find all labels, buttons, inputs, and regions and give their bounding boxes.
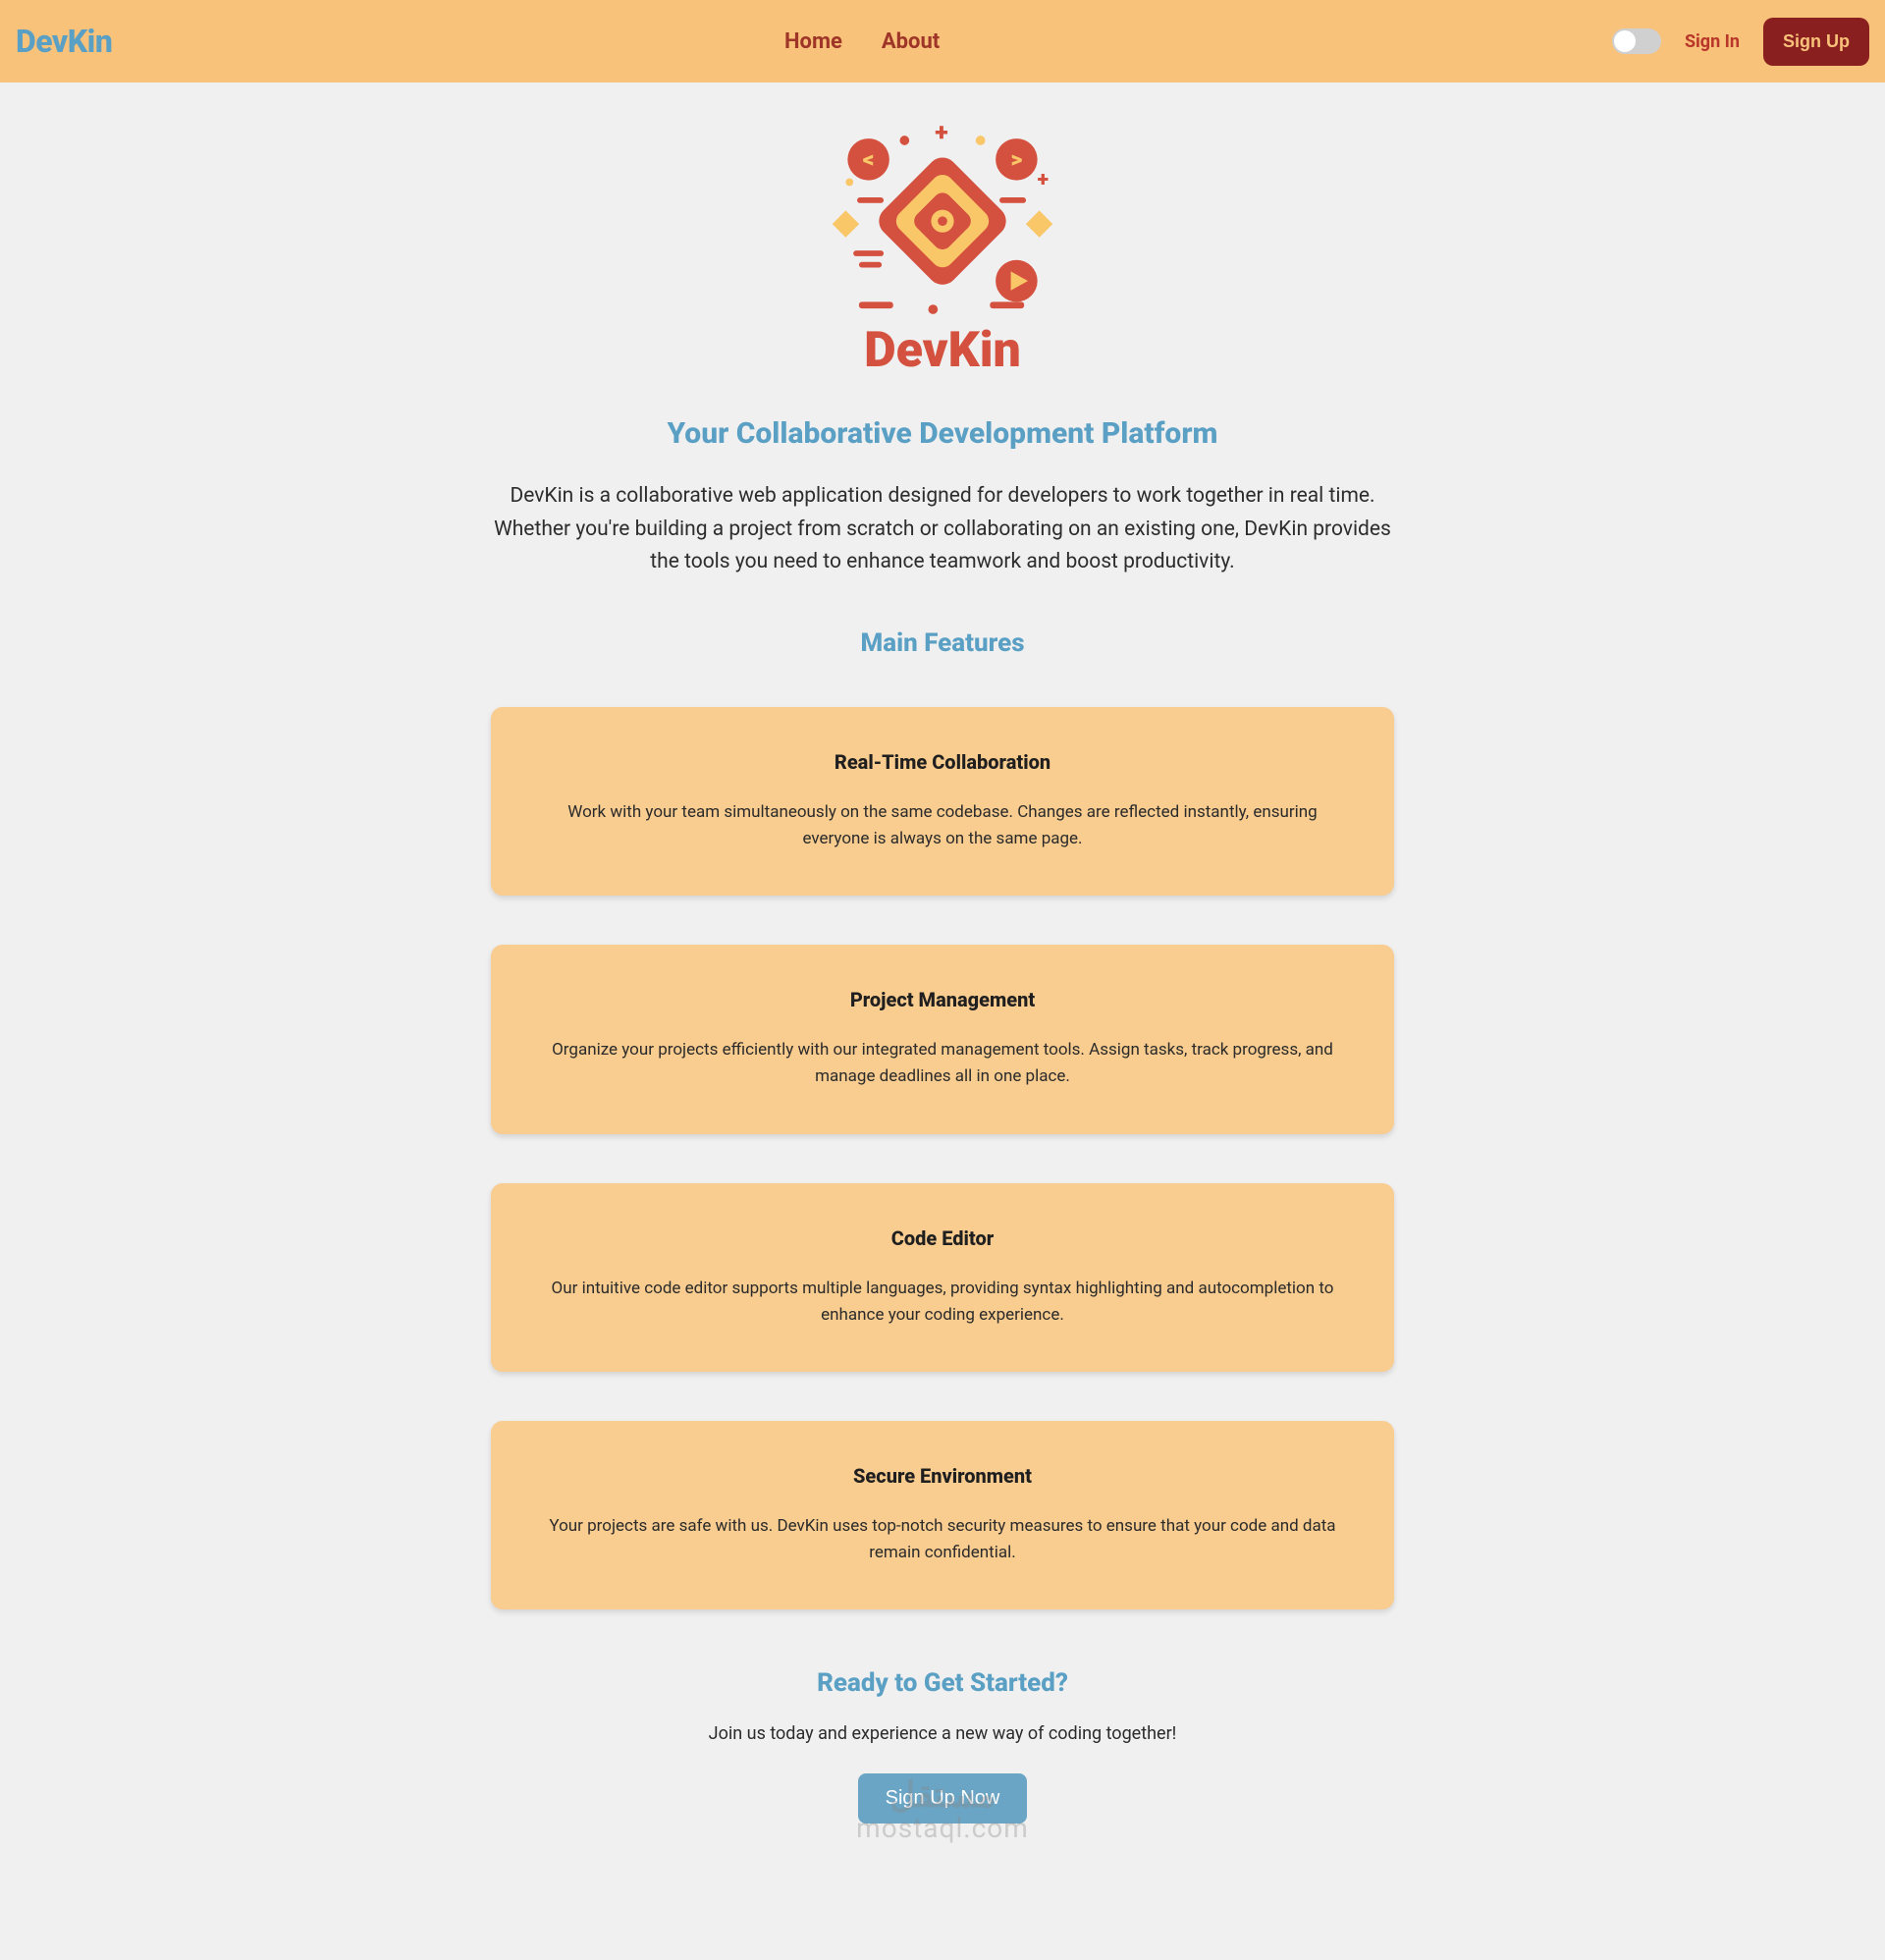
feature-title: Project Management bbox=[530, 988, 1355, 1011]
feature-title: Real-Time Collaboration bbox=[530, 750, 1355, 774]
svg-text:>: > bbox=[1010, 145, 1022, 173]
feature-desc: Our intuitive code editor supports multi… bbox=[540, 1276, 1345, 1329]
hero-subtitle: Your Collaborative Development Platform bbox=[471, 416, 1414, 451]
feature-card: Real-Time Collaboration Work with your t… bbox=[491, 707, 1394, 896]
feature-card: Secure Environment Your projects are saf… bbox=[491, 1421, 1394, 1609]
hero-logo: < > + + DevKin bbox=[800, 112, 1085, 397]
feature-desc: Your projects are safe with us. DevKin u… bbox=[540, 1513, 1345, 1566]
signin-link[interactable]: Sign In bbox=[1685, 31, 1740, 52]
devkin-logo-icon: < > + + DevKin bbox=[800, 112, 1085, 397]
signup-button[interactable]: Sign Up bbox=[1763, 18, 1869, 66]
navbar: DevKin Home About Sign In Sign Up bbox=[0, 0, 1885, 82]
features-title: Main Features bbox=[471, 628, 1414, 658]
main-container: < > + + DevKin bbox=[471, 82, 1414, 1903]
brand-logo-text[interactable]: DevKin bbox=[16, 23, 112, 60]
feature-card: Project Management Organize your project… bbox=[491, 945, 1394, 1133]
cta-text: Join us today and experience a new way o… bbox=[471, 1723, 1414, 1744]
nav-link-about[interactable]: About bbox=[882, 29, 940, 54]
signup-now-button[interactable]: Sign Up Now bbox=[858, 1773, 1028, 1824]
svg-text:+: + bbox=[1038, 167, 1049, 191]
feature-desc: Organize your projects efficiently with … bbox=[540, 1037, 1345, 1090]
nav-link-home[interactable]: Home bbox=[784, 29, 842, 54]
nav-center: Home About bbox=[112, 29, 1612, 54]
cta-title: Ready to Get Started? bbox=[471, 1668, 1414, 1698]
nav-right: Sign In Sign Up bbox=[1612, 18, 1869, 66]
feature-desc: Work with your team simultaneously on th… bbox=[540, 799, 1345, 852]
feature-title: Code Editor bbox=[530, 1226, 1355, 1250]
logo-wordmark: DevKin bbox=[864, 321, 1021, 379]
theme-toggle[interactable] bbox=[1612, 28, 1661, 54]
feature-card: Code Editor Our intuitive code editor su… bbox=[491, 1183, 1394, 1372]
cta-section: Ready to Get Started? Join us today and … bbox=[471, 1668, 1414, 1844]
svg-text:+: + bbox=[935, 119, 947, 147]
svg-text:<: < bbox=[863, 145, 875, 173]
hero-intro: DevKin is a collaborative web applicatio… bbox=[471, 480, 1414, 579]
feature-title: Secure Environment bbox=[530, 1464, 1355, 1488]
